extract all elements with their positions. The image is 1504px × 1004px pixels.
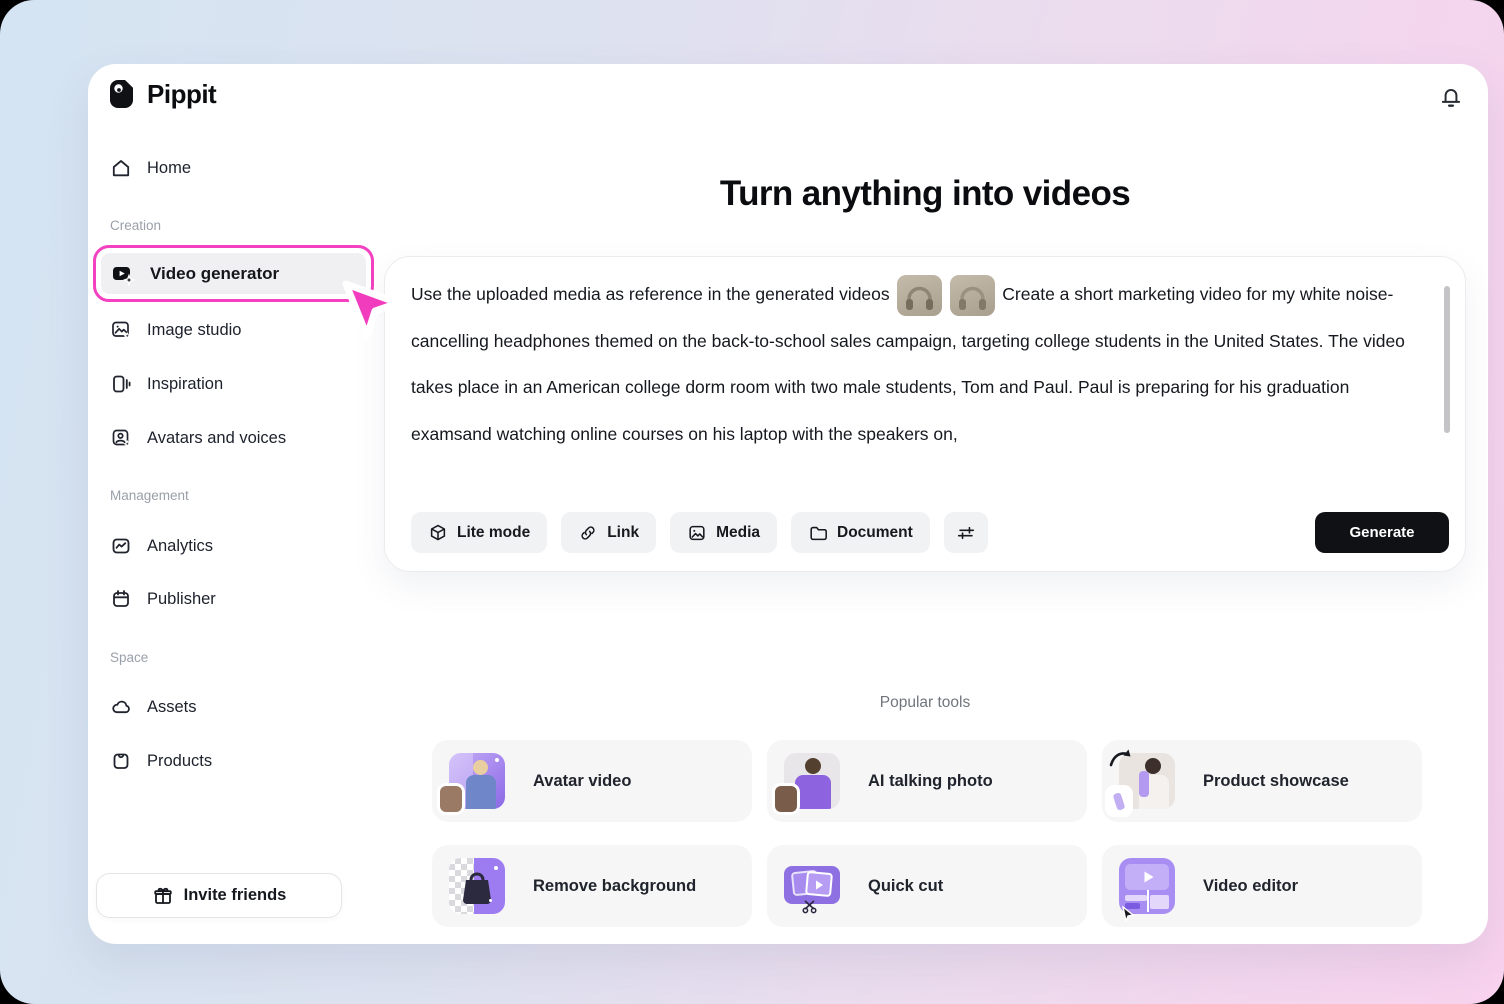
sidebar-item-label: Image studio: [147, 321, 241, 340]
sidebar-item-label: Products: [147, 752, 212, 771]
generate-button[interactable]: Generate: [1315, 512, 1449, 553]
quick-cut-thumbnail: [784, 858, 840, 914]
scissors-icon: [802, 898, 818, 914]
remove-background-thumbnail: [449, 858, 505, 914]
tool-label: Quick cut: [868, 877, 943, 896]
sidebar-item-publisher[interactable]: Publisher: [108, 584, 216, 614]
sidebar-item-label: Avatars and voices: [147, 429, 286, 448]
prompt-text-before: Use the uploaded media as reference in t…: [411, 284, 890, 304]
advanced-settings-button[interactable]: [944, 512, 988, 553]
sidebar-item-label: Inspiration: [147, 375, 223, 394]
pippit-logo-icon: [108, 78, 138, 110]
lite-mode-label: Lite mode: [457, 524, 530, 542]
sliders-icon: [956, 523, 976, 543]
sidebar-item-products[interactable]: Products: [108, 746, 212, 776]
screenshot-root: Pippit Home Creation: [0, 0, 1504, 1004]
sidebar-item-video-generator[interactable]: Video generator: [101, 253, 366, 294]
notification-bell-icon[interactable]: [1436, 82, 1466, 112]
video-generator-icon: [111, 262, 135, 286]
generate-label: Generate: [1349, 524, 1414, 541]
prompt-card: Use the uploaded media as reference in t…: [384, 256, 1466, 572]
link-button[interactable]: Link: [561, 512, 656, 553]
tool-card-avatar-video[interactable]: Avatar video: [432, 740, 752, 822]
tool-label: Video editor: [1203, 877, 1298, 896]
analytics-icon: [110, 535, 132, 557]
product-showcase-thumbnail: [1119, 753, 1175, 809]
document-label: Document: [837, 524, 913, 542]
tool-card-ai-talking-photo[interactable]: AI talking photo: [767, 740, 1087, 822]
media-label: Media: [716, 524, 760, 542]
pippit-logo: Pippit: [108, 78, 216, 110]
sidebar-item-assets[interactable]: Assets: [108, 692, 197, 722]
tool-label: AI talking photo: [868, 772, 993, 791]
media-image-icon: [687, 523, 707, 543]
section-label-creation: Creation: [110, 218, 161, 233]
section-label-management: Management: [110, 488, 189, 503]
tool-card-quick-cut[interactable]: Quick cut: [767, 845, 1087, 927]
avatar-video-thumbnail: [449, 753, 505, 809]
sidebar-item-avatars-voices[interactable]: Avatars and voices: [108, 423, 286, 453]
sidebar-item-label: Analytics: [147, 537, 213, 556]
play-icon: [813, 879, 825, 891]
prompt-input[interactable]: Use the uploaded media as reference in t…: [411, 271, 1417, 457]
inspiration-icon: [110, 373, 132, 395]
tool-card-product-showcase[interactable]: Product showcase: [1102, 740, 1422, 822]
ai-talking-photo-thumbnail: [784, 753, 840, 809]
page-title: Turn anything into videos: [384, 174, 1466, 214]
tool-label: Product showcase: [1203, 772, 1349, 791]
headphones-attachment-1[interactable]: [897, 275, 942, 316]
sidebar-item-label: Video generator: [150, 264, 279, 284]
transform-arrow-icon: [1107, 747, 1133, 769]
folder-icon: [808, 523, 828, 543]
highlight-annotation: Video generator: [93, 245, 374, 302]
assets-cloud-icon: [110, 696, 132, 718]
prompt-toolbar: Lite mode Link Media: [411, 512, 988, 553]
play-icon: [1142, 870, 1155, 884]
products-bag-icon: [110, 750, 132, 772]
tool-card-remove-background[interactable]: Remove background: [432, 845, 752, 927]
avatars-voices-icon: [110, 427, 132, 449]
video-editor-thumbnail: [1119, 858, 1175, 914]
home-icon: [110, 157, 132, 179]
section-label-space: Space: [110, 650, 148, 665]
app-name: Pippit: [147, 79, 216, 110]
sidebar: Home Creation Video generator: [108, 148, 376, 928]
sidebar-item-inspiration[interactable]: Inspiration: [108, 369, 223, 399]
link-label: Link: [607, 524, 639, 542]
sidebar-item-analytics[interactable]: Analytics: [108, 531, 213, 561]
gift-icon: [152, 885, 174, 907]
prompt-scrollbar[interactable]: [1444, 286, 1450, 433]
link-icon: [578, 523, 598, 543]
lite-mode-button[interactable]: Lite mode: [411, 512, 547, 553]
invite-friends-button[interactable]: Invite friends: [96, 873, 342, 918]
tool-label: Remove background: [533, 877, 696, 896]
publisher-icon: [110, 588, 132, 610]
tool-card-video-editor[interactable]: Video editor: [1102, 845, 1422, 927]
sidebar-item-image-studio[interactable]: Image studio: [108, 315, 241, 345]
cursor-pointer-icon: [1121, 906, 1135, 922]
document-button[interactable]: Document: [791, 512, 930, 553]
popular-tools-grid: Avatar video AI talking photo: [432, 740, 1422, 927]
cube-icon: [428, 523, 448, 543]
image-studio-icon: [110, 319, 132, 341]
sidebar-item-label: Publisher: [147, 590, 216, 609]
media-button[interactable]: Media: [670, 512, 777, 553]
popular-tools-title: Popular tools: [384, 694, 1466, 712]
app-window: Pippit Home Creation: [88, 64, 1488, 944]
invite-friends-label: Invite friends: [184, 886, 287, 905]
tool-label: Avatar video: [533, 772, 631, 791]
sidebar-item-label: Assets: [147, 698, 197, 717]
sidebar-item-home[interactable]: Home: [108, 153, 191, 183]
sidebar-item-label: Home: [147, 159, 191, 178]
headphones-attachment-2[interactable]: [950, 275, 995, 316]
